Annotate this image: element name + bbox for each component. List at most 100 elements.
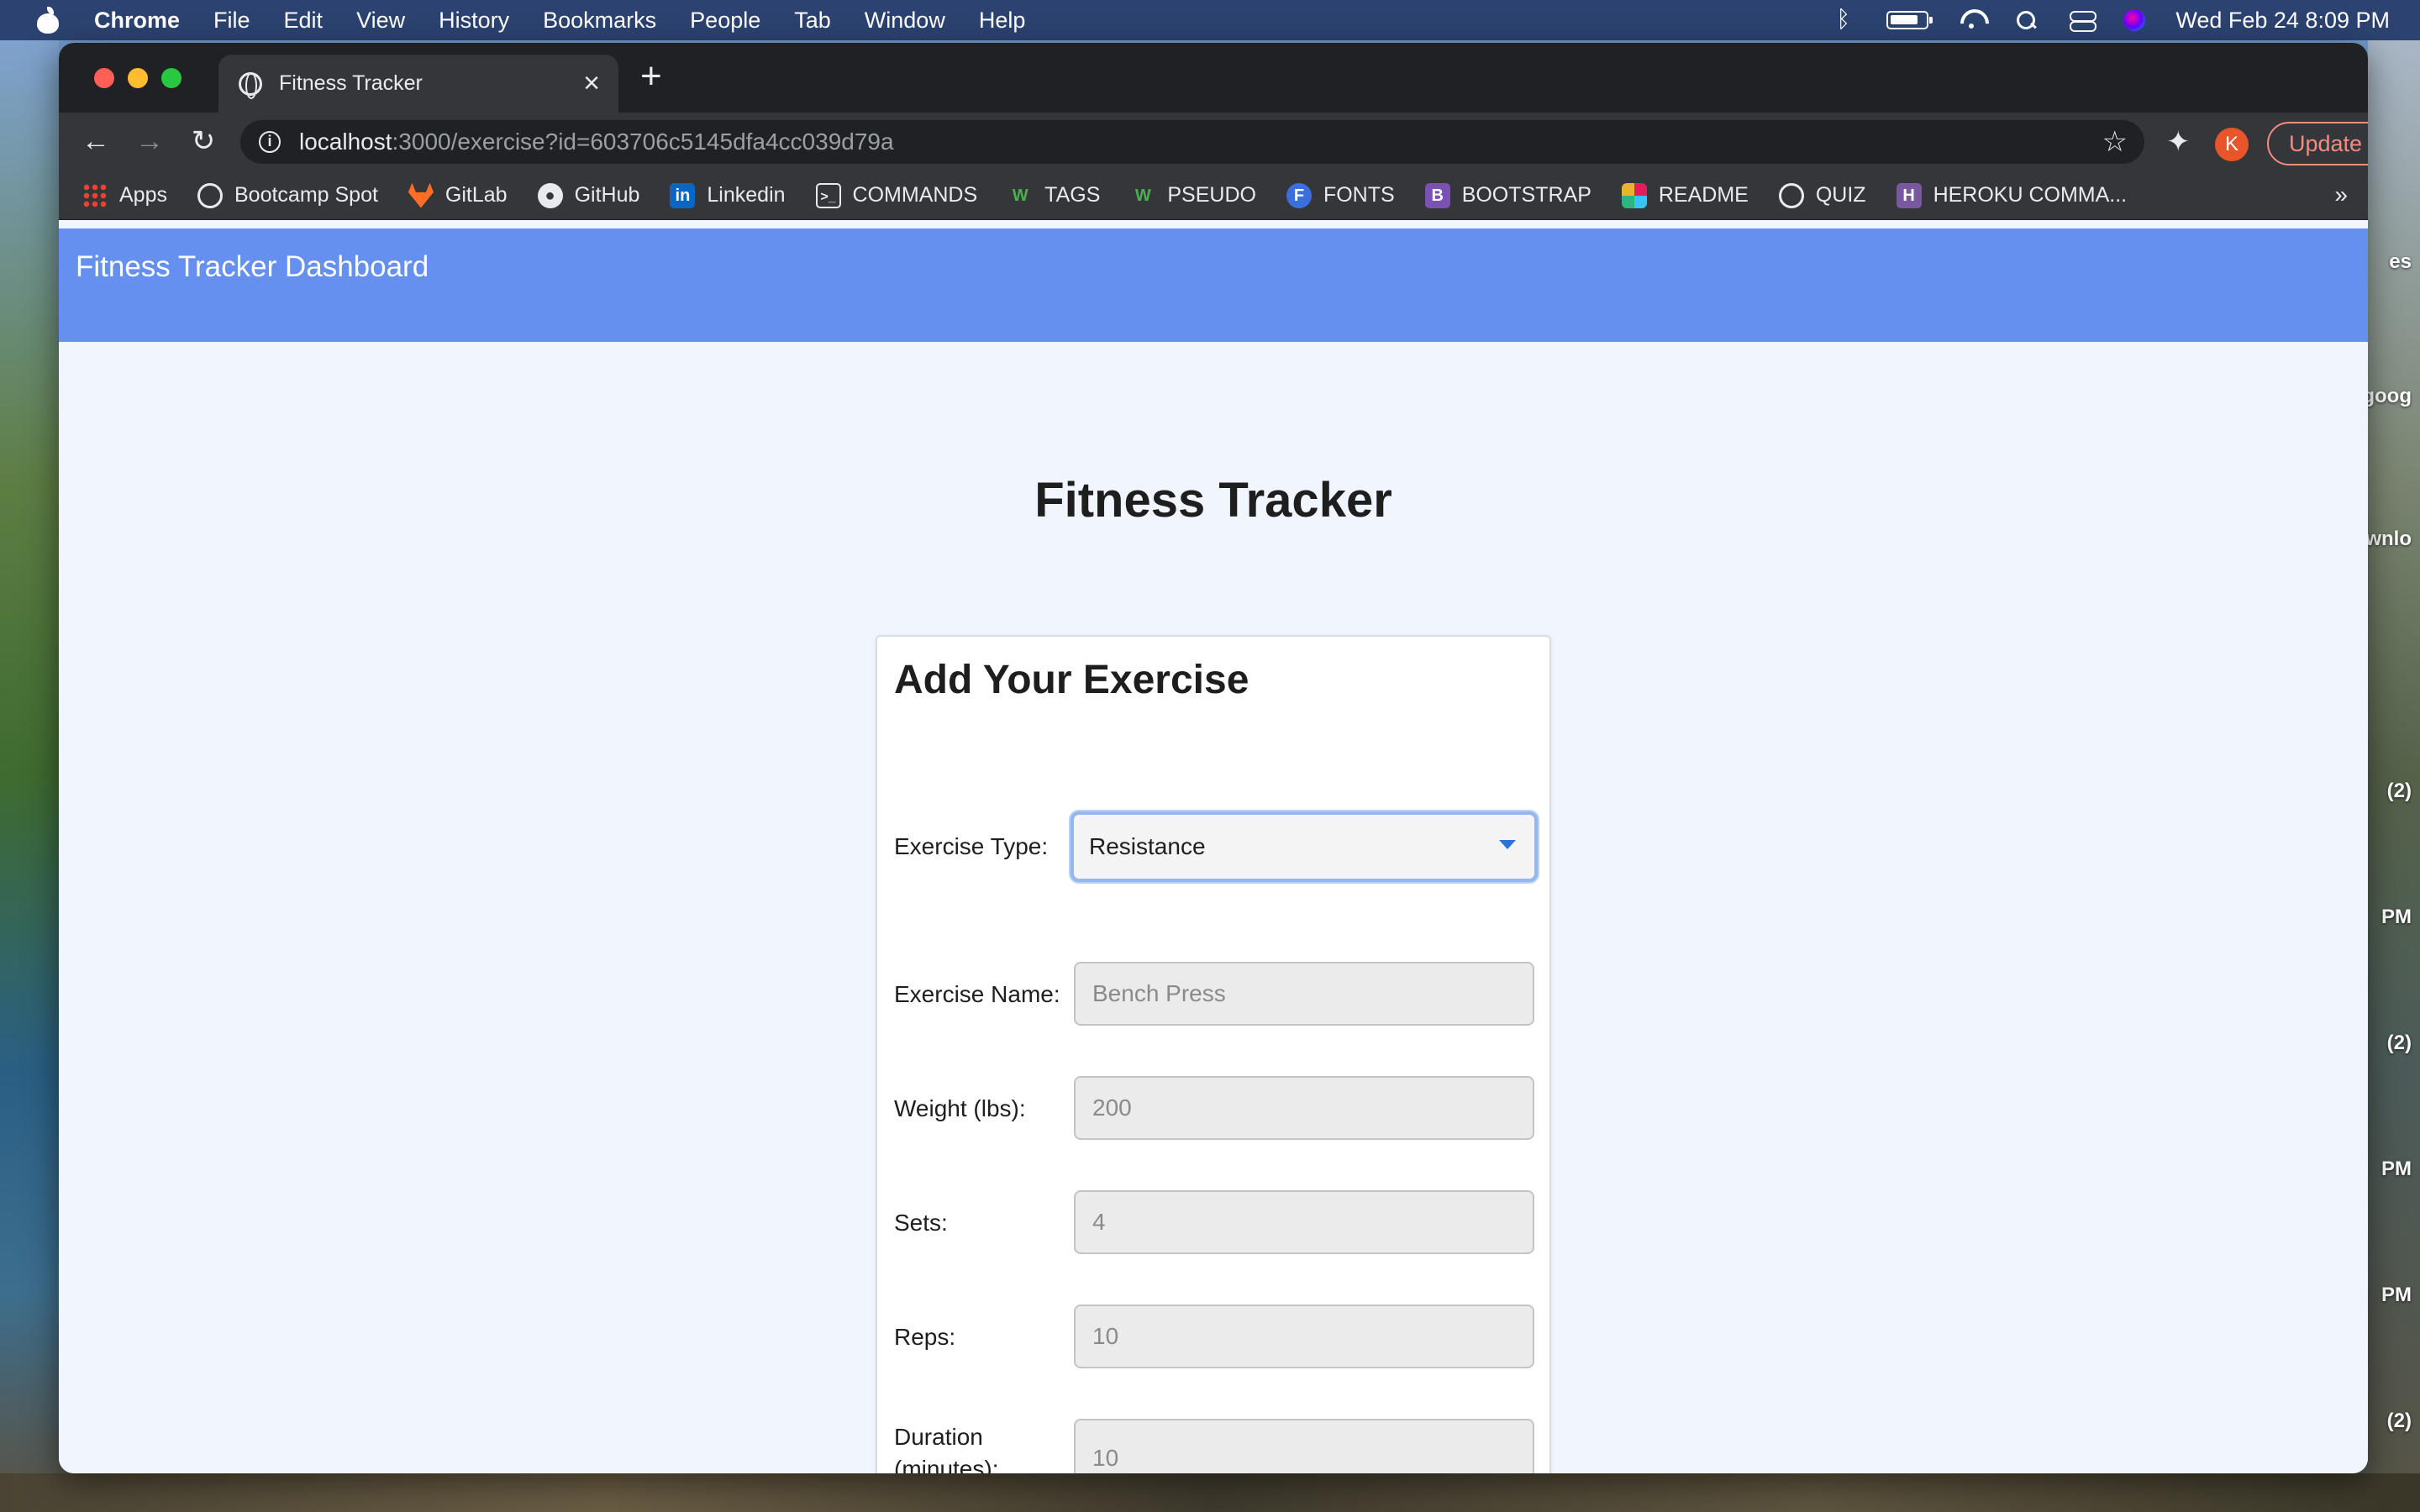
menu-app-name[interactable]: Chrome xyxy=(94,8,180,34)
close-tab-icon[interactable]: × xyxy=(583,69,600,97)
navbar-brand-link[interactable]: Fitness Tracker Dashboard xyxy=(76,250,429,284)
globe-icon xyxy=(1778,182,1804,208)
spotlight-search-icon[interactable] xyxy=(2014,9,2039,31)
menu-edit[interactable]: Edit xyxy=(284,8,324,34)
menu-window[interactable]: Window xyxy=(865,8,945,34)
bookmark-star-icon[interactable]: ☆ xyxy=(2102,125,2128,159)
menu-people[interactable]: People xyxy=(690,8,760,34)
forward-arrow-icon[interactable]: → xyxy=(133,124,166,158)
weight-label: Weight (lbs): xyxy=(894,1095,1026,1121)
new-tab-button[interactable]: + xyxy=(640,58,662,95)
menu-history[interactable]: History xyxy=(439,8,509,34)
macos-menu-bar: Chrome File Edit View History Bookmarks … xyxy=(0,0,2420,40)
bookmark-bootcamp-spot[interactable]: Bootcamp Spot xyxy=(197,182,378,208)
address-bar[interactable]: i localhost :3000/exercise?id=603706c514… xyxy=(240,120,2144,164)
tab-fitness-tracker[interactable]: Fitness Tracker × xyxy=(218,55,618,113)
bookmark-label: GitLab xyxy=(445,183,508,207)
reps-placeholder: 10 xyxy=(1092,1323,1119,1349)
bookmark-label: BOOTSTRAP xyxy=(1461,183,1591,207)
minimize-window-button[interactable] xyxy=(128,68,148,88)
menu-status-area: Wed Feb 24 8:09 PM xyxy=(1831,0,2390,40)
menu-bookmarks[interactable]: Bookmarks xyxy=(543,8,656,34)
apps-grid-icon xyxy=(82,182,108,208)
bookmark-apps[interactable]: Apps xyxy=(82,182,167,208)
bookmark-heroku[interactable]: H HEROKU COMMA... xyxy=(1896,182,2128,208)
control-center-icon[interactable] xyxy=(2070,9,2097,32)
bookmark-commands[interactable]: >_ COMMANDS xyxy=(815,182,977,208)
web-page: Fitness Tracker Dashboard Fitness Tracke… xyxy=(59,228,2368,1473)
close-window-button[interactable] xyxy=(94,68,114,88)
tab-title: Fitness Tracker xyxy=(279,71,423,95)
bookmark-readme[interactable]: README xyxy=(1621,182,1749,208)
extensions-puzzle-icon[interactable]: ✦ xyxy=(2166,126,2191,158)
bookmark-label: FONTS xyxy=(1323,183,1395,207)
profile-avatar[interactable]: K xyxy=(2215,128,2249,161)
battery-icon[interactable] xyxy=(1886,11,1933,29)
wifi-icon[interactable] xyxy=(1959,9,1984,31)
weight-placeholder: 200 xyxy=(1092,1095,1132,1121)
exercise-type-select[interactable]: Resistance xyxy=(1071,811,1538,882)
duration-input[interactable]: 10 xyxy=(1074,1419,1534,1473)
menu-clock[interactable]: Wed Feb 24 8:09 PM xyxy=(2175,8,2390,34)
update-button[interactable]: Update ⋮ xyxy=(2267,122,2368,165)
bookmark-pseudo[interactable]: W PSEUDO xyxy=(1130,183,1256,208)
desktop-file-label: (2) xyxy=(2386,1032,2412,1054)
bookmark-label: PSEUDO xyxy=(1167,183,1256,207)
linkedin-icon: in xyxy=(670,182,696,208)
reload-icon[interactable]: ↻ xyxy=(187,124,220,158)
w3-icon: W xyxy=(1012,186,1028,205)
sets-placeholder: 4 xyxy=(1092,1209,1106,1235)
github-icon: ● xyxy=(537,182,563,208)
bookmark-gitlab[interactable]: GitLab xyxy=(408,182,508,208)
desktop-file-label: goog xyxy=(2362,385,2412,407)
reps-input[interactable]: 10 xyxy=(1074,1305,1534,1368)
desktop-file-label: (2) xyxy=(2386,780,2412,802)
card-title: Add Your Exercise xyxy=(894,658,1249,702)
back-arrow-icon[interactable]: ← xyxy=(79,124,113,158)
duration-placeholder: 10 xyxy=(1092,1445,1119,1471)
exercise-name-input[interactable]: Bench Press xyxy=(1074,962,1534,1026)
bookmark-tags[interactable]: W TAGS xyxy=(1007,183,1101,208)
slack-icon xyxy=(1621,182,1647,208)
bookmark-bootstrap[interactable]: B BOOTSTRAP xyxy=(1424,182,1591,208)
terminal-icon: >_ xyxy=(815,182,841,208)
bluetooth-icon[interactable] xyxy=(1831,6,1856,33)
bookmark-linkedin[interactable]: in Linkedin xyxy=(670,182,786,208)
more-bookmarks-chevron-icon[interactable]: » xyxy=(2334,181,2348,208)
desktop-file-label: es xyxy=(2389,250,2412,273)
fullscreen-window-button[interactable] xyxy=(161,68,182,88)
weight-input[interactable]: 200 xyxy=(1074,1076,1534,1140)
exercise-type-value: Resistance xyxy=(1089,833,1206,859)
bookmark-github[interactable]: ● GitHub xyxy=(537,182,639,208)
w3-icon: W xyxy=(1134,186,1151,205)
menu-tab[interactable]: Tab xyxy=(794,8,831,34)
menu-file[interactable]: File xyxy=(213,8,250,34)
bookmark-label: Linkedin xyxy=(707,183,786,207)
bookmark-label: Apps xyxy=(119,183,167,207)
desktop-file-label: PM xyxy=(2381,906,2412,928)
bookmark-label: Bootcamp Spot xyxy=(234,183,378,207)
duration-label: Duration (minutes): xyxy=(894,1421,998,1473)
apple-logo-icon[interactable] xyxy=(35,7,60,34)
add-exercise-card: Add Your Exercise Exercise Type: Resista… xyxy=(876,635,1551,1473)
reps-label: Reps: xyxy=(894,1324,956,1350)
bookmark-quiz[interactable]: QUIZ xyxy=(1778,182,1866,208)
menu-view[interactable]: View xyxy=(356,8,405,34)
exercise-name-label: Exercise Name: xyxy=(894,981,1060,1007)
siri-icon[interactable] xyxy=(2123,9,2146,31)
desktop-file-label: PM xyxy=(2381,1284,2412,1306)
menu-help[interactable]: Help xyxy=(979,8,1026,34)
page-navbar: Fitness Tracker Dashboard xyxy=(59,228,2368,342)
globe-icon xyxy=(197,182,223,208)
bookmark-label: HEROKU COMMA... xyxy=(1933,183,2128,207)
bookmark-label: README xyxy=(1658,183,1749,207)
globe-icon xyxy=(239,71,262,99)
sets-input[interactable]: 4 xyxy=(1074,1190,1534,1254)
exercise-name-placeholder: Bench Press xyxy=(1092,980,1226,1006)
tab-strip: Fitness Tracker × + xyxy=(59,43,2368,113)
fonts-icon: F xyxy=(1286,182,1312,208)
site-info-icon[interactable]: i xyxy=(259,131,281,153)
bookmark-fonts[interactable]: F FONTS xyxy=(1286,182,1395,208)
duration-label-line1: Duration xyxy=(894,1424,983,1450)
exercise-type-label: Exercise Type: xyxy=(894,833,1049,859)
